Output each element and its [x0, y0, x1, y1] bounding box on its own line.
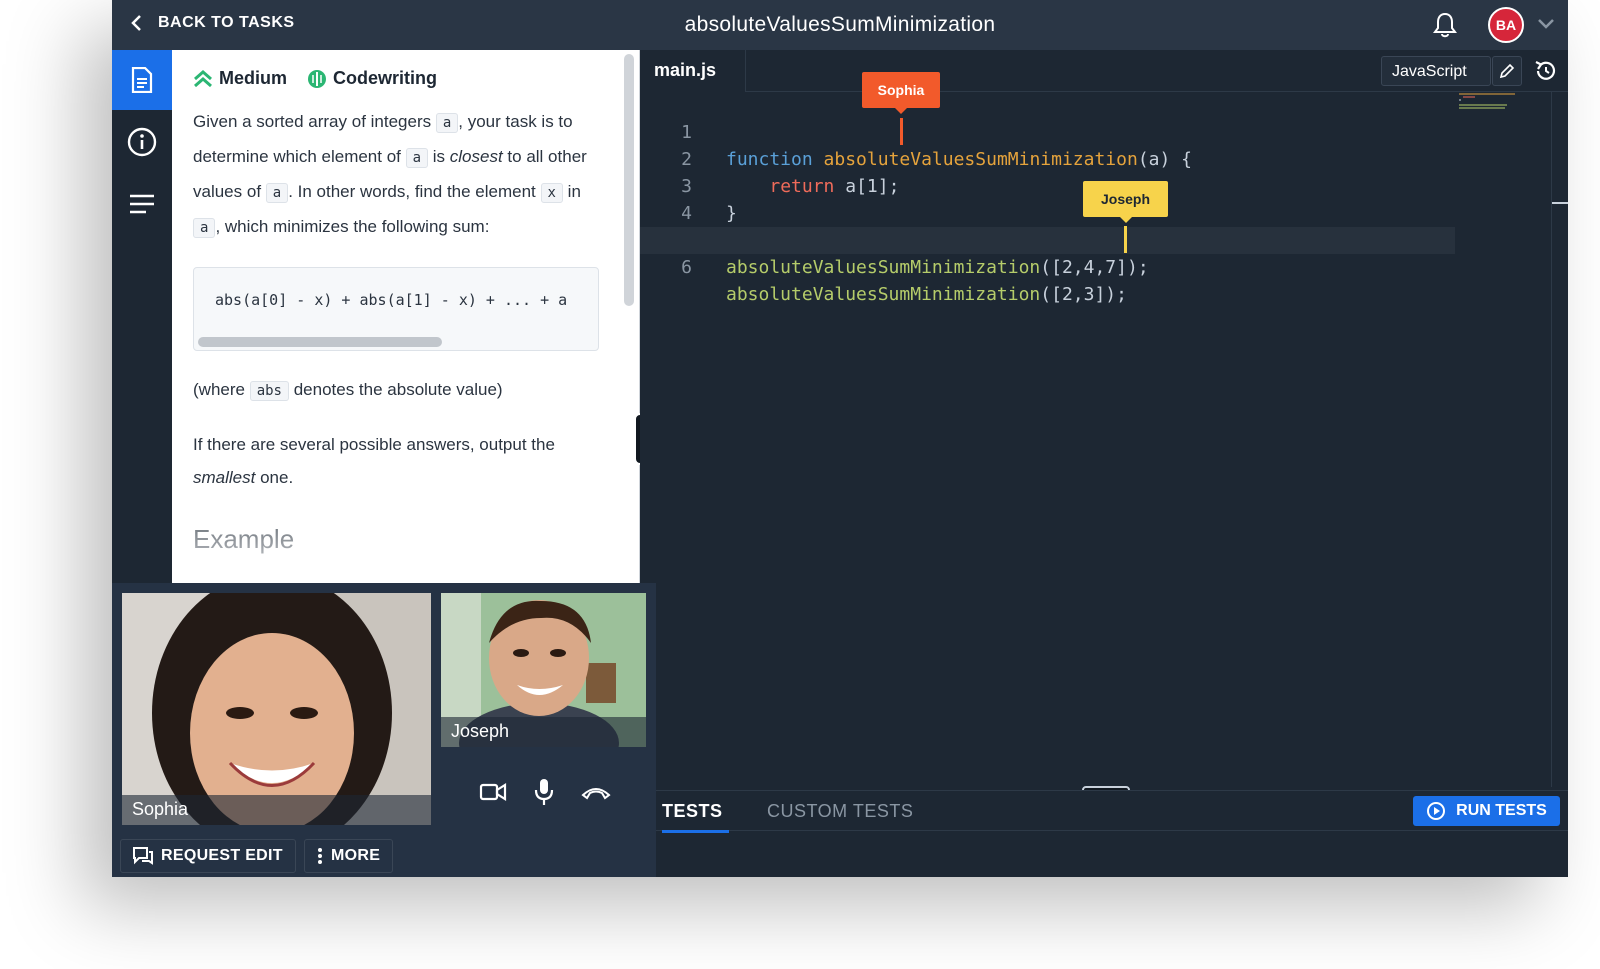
- task-description: Given a sorted array of integers a, your…: [193, 112, 587, 238]
- language-edit-button[interactable]: [1492, 56, 1522, 86]
- avatar[interactable]: BA: [1488, 7, 1524, 43]
- line-number: 6: [681, 257, 692, 278]
- back-to-tasks-button[interactable]: BACK TO TASKS: [130, 14, 295, 32]
- code-line: 2 return a[1];: [640, 119, 1568, 197]
- chat-bubble-icon: [133, 847, 153, 865]
- task-type-label: Codewriting: [333, 68, 438, 88]
- rail-description-button[interactable]: [112, 50, 172, 110]
- top-bar: BACK TO TASKS absoluteValuesSumMinimizat…: [112, 0, 1568, 50]
- more-button[interactable]: MORE: [304, 839, 394, 873]
- codewriting-icon: [308, 69, 327, 88]
- document-icon: [131, 67, 153, 93]
- microphone-icon: [534, 779, 554, 805]
- abs-note: (where abs denotes the absolute value): [193, 380, 503, 401]
- participant-name: Joseph: [441, 717, 646, 747]
- run-tests-button[interactable]: RUN TESTS: [1413, 796, 1560, 826]
- code-block-scrollbar[interactable]: [198, 337, 442, 347]
- participant-video: [122, 593, 431, 825]
- video-tile-joseph[interactable]: Joseph: [441, 593, 646, 747]
- more-label: MORE: [331, 847, 381, 864]
- editor-actions: REQUEST EDIT MORE: [112, 835, 656, 877]
- play-circle-icon: [1427, 802, 1446, 820]
- editor-tab-bar: main.js JavaScript: [640, 50, 1568, 92]
- end-call-button[interactable]: [576, 777, 616, 807]
- tab-tests[interactable]: TESTS: [662, 801, 728, 833]
- microphone-toggle-button[interactable]: [524, 777, 564, 807]
- participant-name: Sophia: [122, 795, 431, 825]
- formula-text: abs(a[0] - x) + abs(a[1] - x) + ... + a: [215, 291, 568, 309]
- tie-break-note: If there are several possible answers, o…: [193, 435, 555, 487]
- task-type-badge: Codewriting: [307, 68, 437, 89]
- joseph-cursor: [1124, 226, 1127, 253]
- inline-code: abs: [249, 381, 289, 401]
- rail-info-button[interactable]: [112, 112, 172, 172]
- bell-icon[interactable]: [1432, 11, 1458, 39]
- code-line: 1 function absoluteValuesSumMinimization…: [640, 92, 1568, 170]
- back-label: BACK TO TASKS: [158, 14, 295, 31]
- chevron-down-icon[interactable]: [1536, 16, 1556, 32]
- formula-code-block: abs(a[0] - x) + abs(a[1] - x) + ... + a: [193, 267, 599, 351]
- joseph-cursor-flag: Joseph: [1083, 181, 1168, 223]
- sophia-cursor: [900, 118, 903, 145]
- left-rail: [112, 50, 172, 583]
- editor-scroll-marker[interactable]: [1552, 202, 1568, 204]
- tests-panel: TESTS CUSTOM TESTS RUN TESTS: [640, 790, 1568, 877]
- code-line: 3 }: [640, 146, 1568, 224]
- difficulty-badge: Medium: [193, 68, 287, 89]
- description-panel: Medium Codewriting Given a sorted array …: [172, 50, 639, 583]
- chevron-left-icon: [131, 15, 141, 31]
- inline-code: a: [193, 218, 216, 238]
- example-heading: Example: [193, 524, 295, 554]
- code-area[interactable]: 1 function absoluteValuesSumMinimization…: [640, 92, 1568, 305]
- request-edit-label: REQUEST EDIT: [161, 847, 283, 864]
- code-minimap[interactable]: [1455, 92, 1555, 112]
- run-tests-label: RUN TESTS: [1456, 802, 1547, 819]
- camera-toggle-button[interactable]: [473, 777, 513, 807]
- sophia-cursor-flag: Sophia: [862, 72, 940, 114]
- inline-code: a: [435, 113, 459, 133]
- task-meta: Medium Codewriting: [193, 68, 599, 89]
- more-vertical-icon: [318, 848, 322, 864]
- video-call-panel: Sophia Joseph REQUEST EDIT MORE: [112, 583, 656, 877]
- request-edit-button[interactable]: REQUEST EDIT: [120, 839, 296, 873]
- task-title: absoluteValuesSumMinimization: [684, 13, 996, 36]
- chevron-up-double-icon: [194, 69, 212, 87]
- video-tile-sophia[interactable]: Sophia: [122, 593, 431, 825]
- rail-list-button[interactable]: [112, 174, 172, 234]
- tests-tab-bar: TESTS CUSTOM TESTS RUN TESTS: [640, 791, 1568, 833]
- description-scrollbar[interactable]: [624, 54, 634, 306]
- inline-code: a: [405, 148, 429, 168]
- file-tab-main-js[interactable]: main.js: [640, 50, 746, 92]
- pencil-icon: [1499, 63, 1515, 79]
- reset-history-icon[interactable]: [1533, 58, 1559, 84]
- video-camera-icon: [479, 783, 507, 801]
- inline-code: a: [265, 183, 289, 203]
- tab-custom-tests[interactable]: CUSTOM TESTS: [767, 801, 913, 822]
- app-window: BACK TO TASKS absoluteValuesSumMinimizat…: [112, 0, 1568, 877]
- code-editor[interactable]: main.js JavaScript 1 function absoluteVa…: [640, 50, 1568, 787]
- code-line-current: 6 absoluteValuesSumMinimization([2,3]);: [640, 227, 1455, 305]
- language-select[interactable]: JavaScript: [1381, 56, 1491, 86]
- info-icon: [127, 127, 157, 157]
- list-icon: [130, 194, 154, 214]
- phone-hangup-icon: [581, 788, 611, 800]
- difficulty-label: Medium: [219, 68, 288, 88]
- inline-code: x: [540, 183, 563, 203]
